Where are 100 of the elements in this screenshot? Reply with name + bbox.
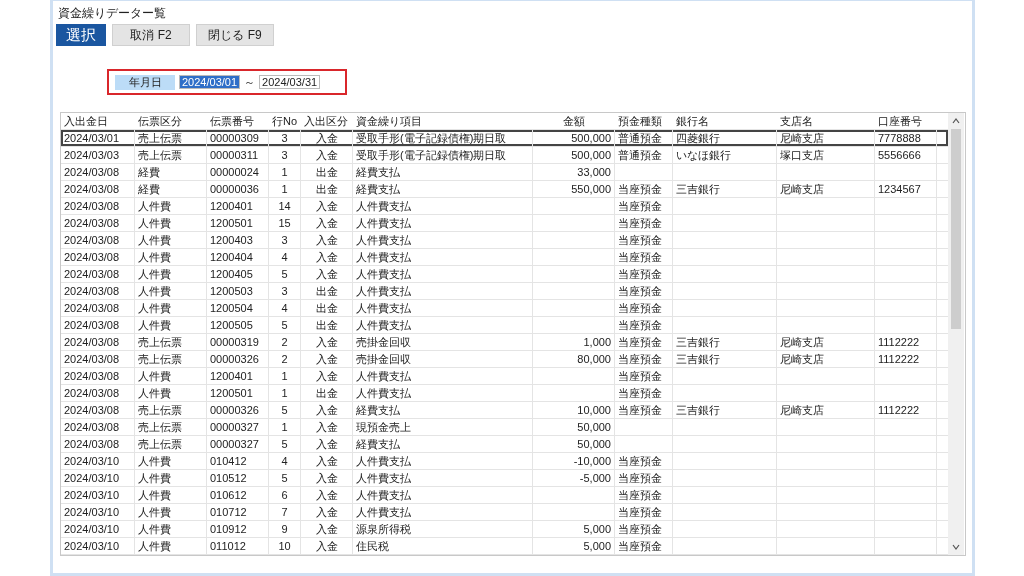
table-row[interactable]: 2024/03/08 人件費 1200505 5 出金 人件費支払 当座預金 [61, 317, 948, 334]
table-cell: 1112222 [878, 353, 920, 365]
table-cell: 出金 [315, 166, 338, 178]
table-cell: 7778888 [878, 132, 921, 144]
table-row[interactable]: 2024/03/10 人件費 011012 10 入金 住民税 5,000 当座預金 [61, 538, 948, 555]
toolbar-button[interactable]: 閉じる F9 [196, 24, 274, 46]
column-header[interactable]: 伝票番号 [207, 113, 269, 129]
table-cell: -5,000 [579, 472, 611, 484]
table-cell: 00000319 [210, 336, 259, 348]
table-row[interactable]: 2024/03/08 売上伝票 00000326 2 入金 売掛金回収 80,000 当座預金 三吉銀行 尼崎支店 1112222 [61, 351, 948, 368]
table-cell: 入金 [315, 506, 338, 518]
toolbar-button[interactable]: 取消 F2 [112, 24, 190, 46]
date-to-field[interactable]: 2024/03/31 [259, 75, 321, 89]
column-header[interactable]: 支店名 [777, 113, 875, 129]
table-cell: 入金 [315, 234, 338, 246]
table-cell: 1200503 [210, 285, 253, 297]
table-cell: 50,000 [577, 421, 611, 433]
column-header[interactable]: 行No [269, 113, 301, 129]
table-cell: 入金 [315, 353, 338, 365]
table-cell: 2024/03/08 [64, 302, 120, 314]
table-row[interactable]: 2024/03/03 売上伝票 00000311 3 入金 受取手形(電子記録債権)期日取 500,000 普通預金 いなほ銀行 塚口支店 5556666 [61, 147, 948, 164]
table-row[interactable]: 2024/03/08 人件費 1200503 3 出金 人件費支払 当座預金 [61, 283, 948, 300]
table-cell: 三吉銀行 [676, 336, 720, 348]
table-row[interactable]: 2024/03/10 人件費 010512 5 入金 人件費支払 -5,000 当座預金 [61, 470, 948, 487]
column-header[interactable]: 預金種類 [615, 113, 673, 129]
table-cell: 売上伝票 [138, 404, 182, 416]
column-header[interactable]: 入出区分 [301, 113, 353, 129]
table-cell: 010412 [210, 455, 247, 467]
table-cell: 人件費 [138, 200, 171, 212]
table-cell: 入金 [315, 251, 338, 263]
table-cell: 2024/03/08 [64, 217, 120, 229]
table-cell: 10 [278, 540, 291, 552]
table-row[interactable]: 2024/03/10 人件費 010412 4 入金 人件費支払 -10,000 当座預金 [61, 453, 948, 470]
date-from-field[interactable]: 2024/03/01 [179, 75, 241, 89]
table-row[interactable]: 2024/03/08 売上伝票 00000326 5 入金 経費支払 10,000 当座預金 三吉銀行 尼崎支店 1112222 [61, 402, 948, 419]
table-cell: 2024/03/08 [64, 319, 120, 331]
table-cell: 当座預金 [618, 540, 662, 552]
table-row[interactable]: 2024/03/08 売上伝票 00000327 1 入金 現預金売上 50,000 [61, 419, 948, 436]
table-cell: 人件費 [138, 387, 171, 399]
table-cell: 9 [281, 523, 288, 535]
table-cell: 受取手形(電子記録債権)期日取 [356, 132, 507, 144]
column-header[interactable]: 銀行名 [673, 113, 777, 129]
table-cell: 1,000 [583, 336, 611, 348]
table-cell: 010712 [210, 506, 247, 518]
table-cell: 00000311 [210, 149, 259, 161]
table-row[interactable]: 2024/03/08 経費 00000036 1 出金 経費支払 550,000 当座預金 三吉銀行 尼崎支店 1234567 [61, 181, 948, 198]
scroll-thumb[interactable] [951, 129, 961, 329]
table-cell: 入金 [315, 540, 338, 552]
table-cell: 5,000 [583, 523, 611, 535]
table-row[interactable]: 2024/03/08 人件費 1200404 4 入金 人件費支払 当座預金 [61, 249, 948, 266]
table-cell: 売上伝票 [138, 336, 182, 348]
table-cell: 入金 [315, 132, 338, 144]
table-cell: 2024/03/08 [64, 251, 120, 263]
column-header[interactable]: 伝票区分 [135, 113, 207, 129]
table-row[interactable]: 2024/03/08 人件費 1200403 3 入金 人件費支払 当座預金 [61, 232, 948, 249]
table-cell: 2024/03/08 [64, 404, 120, 416]
column-header[interactable]: 資金繰り項目 [353, 113, 533, 129]
table-cell: 売上伝票 [138, 421, 182, 433]
table-cell: 1234567 [878, 183, 921, 195]
table-row[interactable]: 2024/03/08 売上伝票 00000319 2 入金 売掛金回収 1,000 当座預金 三吉銀行 尼崎支店 1112222 [61, 334, 948, 351]
table-row[interactable]: 2024/03/10 人件費 010612 6 入金 人件費支払 当座預金 [61, 487, 948, 504]
table-cell: 2024/03/08 [64, 336, 120, 348]
table-cell: 三吉銀行 [676, 404, 720, 416]
column-header[interactable]: 口座番号 [875, 113, 937, 129]
table-cell: 1200405 [210, 268, 253, 280]
table-cell: 1 [281, 370, 288, 382]
column-header[interactable]: 入出金日 [61, 113, 135, 129]
table-row[interactable]: 2024/03/08 人件費 1200504 4 出金 人件費支払 当座預金 [61, 300, 948, 317]
table-cell: 当座預金 [618, 183, 662, 195]
table-cell: 00000036 [210, 183, 259, 195]
scrollbar[interactable] [948, 113, 964, 555]
table-cell: 2024/03/01 [64, 132, 120, 144]
table-row[interactable]: 2024/03/08 経費 00000024 1 出金 経費支払 33,000 [61, 164, 948, 181]
table-cell: 00000326 [210, 353, 259, 365]
table-row[interactable]: 2024/03/08 人件費 1200501 1 出金 人件費支払 当座預金 [61, 385, 948, 402]
table-cell: 人件費 [138, 251, 171, 263]
toolbar-button[interactable]: 選択 [56, 24, 106, 46]
table-cell: 5 [281, 472, 288, 484]
scroll-down-icon[interactable] [951, 543, 961, 551]
table-row[interactable]: 2024/03/08 人件費 1200501 15 入金 人件費支払 当座預金 [61, 215, 948, 232]
table-cell: 人件費 [138, 489, 171, 501]
table-row[interactable]: 2024/03/08 人件費 1200405 5 入金 人件費支払 当座預金 [61, 266, 948, 283]
table-cell: 当座預金 [618, 472, 662, 484]
table-row[interactable]: 2024/03/08 人件費 1200401 1 入金 人件費支払 当座預金 [61, 368, 948, 385]
table-row[interactable]: 2024/03/10 人件費 010912 9 入金 源泉所得税 5,000 当座預金 [61, 521, 948, 538]
table-cell: 三吉銀行 [676, 183, 720, 195]
table-cell: 経費支払 [356, 166, 400, 178]
table-cell: 塚口支店 [780, 149, 824, 161]
scroll-up-icon[interactable] [951, 117, 961, 125]
table-row[interactable]: 2024/03/08 人件費 1200401 14 入金 人件費支払 当座預金 [61, 198, 948, 215]
table-cell: 受取手形(電子記録債権)期日取 [356, 149, 507, 161]
table-cell: 2024/03/08 [64, 200, 120, 212]
table-row[interactable]: 2024/03/01 売上伝票 00000309 3 入金 受取手形(電子記録債権)期日取 500,000 普通預金 四菱銀行 尼崎支店 7778888 [61, 130, 948, 147]
table-row[interactable]: 2024/03/08 売上伝票 00000327 5 入金 経費支払 50,000 [61, 436, 948, 453]
table-cell: 4 [281, 455, 288, 467]
table-cell: 当座預金 [618, 217, 662, 229]
column-header[interactable]: 金額 [533, 113, 615, 129]
table-cell: 2024/03/10 [64, 455, 120, 467]
table-row[interactable]: 2024/03/10 人件費 010712 7 入金 人件費支払 当座預金 [61, 504, 948, 521]
table-cell: 人件費支払 [356, 489, 411, 501]
